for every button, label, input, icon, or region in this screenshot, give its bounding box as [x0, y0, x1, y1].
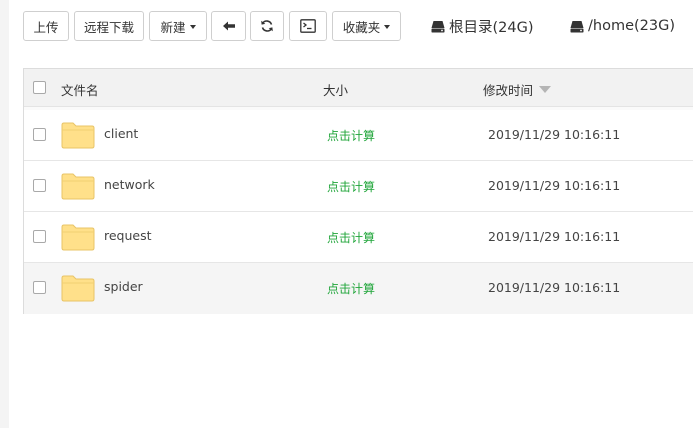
remote-download-button[interactable]: 远程下载: [74, 11, 144, 41]
column-header-mtime[interactable]: 修改时间: [483, 80, 552, 99]
column-header-name[interactable]: 文件名: [61, 80, 99, 99]
upload-button-label: 上传: [33, 19, 59, 35]
calculate-size-link[interactable]: 点击计算: [327, 127, 375, 144]
modified-time: 2019/11/29 10:16:11: [488, 178, 621, 193]
favorites-button-label: 收藏夹: [342, 19, 381, 35]
calculate-size-link[interactable]: 点击计算: [327, 178, 375, 195]
folder-icon: [61, 275, 95, 302]
modified-time: 2019/11/29 10:16:11: [488, 229, 621, 244]
chevron-down-icon: [189, 24, 196, 29]
file-name-link[interactable]: client: [104, 126, 138, 141]
column-header-size-label: 大小: [323, 83, 349, 98]
column-header-mtime-label: 修改时间: [483, 83, 534, 98]
upload-button[interactable]: 上传: [23, 11, 69, 41]
folder-icon: [61, 122, 95, 149]
file-name-link[interactable]: spider: [104, 279, 143, 294]
back-button[interactable]: [211, 11, 246, 41]
disk-home-label: /home(23G): [588, 18, 675, 34]
file-name-link[interactable]: network: [104, 177, 155, 192]
new-button-label: 新建: [160, 19, 186, 35]
disk-home-link[interactable]: /home(23G): [570, 15, 675, 37]
table-row[interactable]: request 点击计算 2019/11/29 10:16:11: [24, 212, 693, 263]
refresh-button[interactable]: [250, 11, 284, 41]
file-table: 文件名 大小 修改时间 client 点击计算 2019/11/29 10:16…: [23, 68, 693, 314]
column-header-size[interactable]: 大小: [323, 80, 348, 99]
select-all-checkbox[interactable]: [33, 81, 46, 94]
hard-drive-icon: [431, 20, 445, 32]
disk-root-link[interactable]: 根目录(24G): [431, 15, 534, 37]
arrow-left-icon: [222, 21, 235, 31]
row-checkbox[interactable]: [33, 179, 46, 192]
terminal-icon: [300, 19, 316, 33]
table-row[interactable]: client 点击计算 2019/11/29 10:16:11: [24, 110, 693, 161]
row-checkbox[interactable]: [33, 281, 46, 294]
table-row[interactable]: network 点击计算 2019/11/29 10:16:11: [24, 161, 693, 212]
sort-descending-icon: [539, 86, 552, 93]
modified-time: 2019/11/29 10:16:11: [488, 280, 621, 295]
calculate-size-link[interactable]: 点击计算: [327, 280, 375, 297]
table-header: 文件名 大小 修改时间: [24, 69, 693, 107]
row-checkbox[interactable]: [33, 230, 46, 243]
modified-time: 2019/11/29 10:16:11: [488, 127, 621, 142]
row-checkbox[interactable]: [33, 128, 46, 141]
favorites-dropdown-button[interactable]: 收藏夹: [332, 11, 401, 41]
chevron-down-icon: [384, 24, 391, 29]
column-header-name-label: 文件名: [61, 83, 99, 98]
folder-icon: [61, 173, 95, 200]
disk-root-label: 根目录(24G): [449, 19, 534, 36]
refresh-icon: [261, 20, 273, 32]
hard-drive-icon: [570, 20, 584, 32]
terminal-button[interactable]: [289, 11, 327, 41]
new-dropdown-button[interactable]: 新建: [149, 11, 207, 41]
folder-icon: [61, 224, 95, 251]
table-row[interactable]: spider 点击计算 2019/11/29 10:16:11: [24, 263, 693, 314]
calculate-size-link[interactable]: 点击计算: [327, 229, 375, 246]
file-name-link[interactable]: request: [104, 228, 152, 243]
remote-download-button-label: 远程下载: [83, 19, 134, 35]
